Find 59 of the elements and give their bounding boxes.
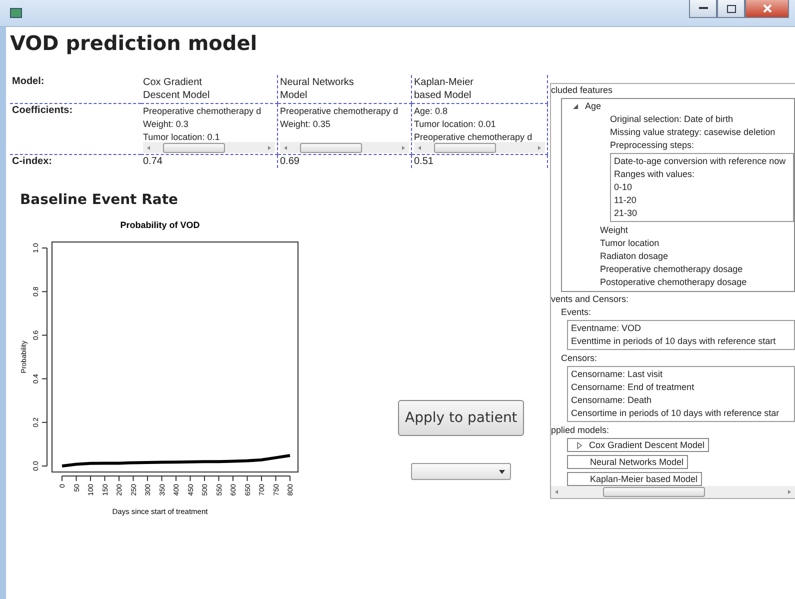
- row-header: C-index:: [11, 155, 53, 168]
- horizontal-scrollbar[interactable]: [280, 142, 409, 153]
- feature-detail: Missing value strategy: casewise deletion: [610, 126, 776, 139]
- tree-item[interactable]: Postoperative chemotherapy dosage: [600, 276, 794, 289]
- model-item[interactable]: Kaplan-Meier based Model: [567, 472, 702, 486]
- tree-item[interactable]: Age: [585, 100, 602, 113]
- minimize-button[interactable]: [689, 0, 717, 18]
- table-cell: 0.51: [412, 155, 548, 168]
- page-heading: VOD prediction model: [10, 31, 258, 55]
- close-icon: [762, 4, 772, 13]
- model-item[interactable]: Neural Networks Model: [567, 455, 688, 469]
- sub-label: Censors:: [561, 352, 598, 365]
- group-label: cluded features: [551, 84, 614, 97]
- group-label: vents and Censors:: [551, 293, 630, 306]
- horizontal-scrollbar[interactable]: [551, 486, 795, 498]
- horizontal-scrollbar[interactable]: [143, 142, 275, 153]
- table-cell: Neural Networks Model: [278, 75, 412, 104]
- preprocessing-list: Date-to-age conversion with reference now Ranges with values: 0-10 11-20 21-30: [610, 153, 794, 222]
- coefficient-list: Preoperative chemotherapy d Weight: 0.35: [280, 105, 409, 142]
- scroll-right-icon[interactable]: [266, 144, 272, 150]
- scroll-left-icon[interactable]: [146, 144, 152, 150]
- horizontal-scrollbar[interactable]: [414, 142, 545, 153]
- close-button[interactable]: [745, 0, 789, 18]
- coefficient-list: Age: 0.8 Tumor location: 0.01 Preoperative chemotherapy d: [414, 105, 545, 142]
- tree-item[interactable]: Tumor location: [600, 237, 794, 250]
- row-header: Coefficients:: [10, 104, 141, 155]
- apply-button[interactable]: Apply to patient: [398, 400, 524, 436]
- sub-label: Events:: [561, 306, 592, 319]
- app-icon: [10, 8, 22, 18]
- feature-detail: Preprocessing steps:: [610, 139, 696, 152]
- censors-list: Censorname: Last visit Censorname: End of treatment Censorname: Death Censortime in periods of 10 days with reference star: [567, 366, 795, 422]
- scroll-right-icon[interactable]: [786, 489, 792, 495]
- table-cell: Kaplan-Meier based Model: [412, 75, 548, 104]
- table-cell: 0.74: [141, 155, 278, 168]
- row-header: Model:: [10, 75, 141, 104]
- scroll-left-icon[interactable]: [417, 144, 423, 150]
- dropdown-arrow-icon: [499, 470, 506, 474]
- coefficient-list: Preoperative chemotherapy d Weight: 0.3 Tumor location: 0.1: [143, 105, 275, 142]
- scroll-left-icon[interactable]: [283, 144, 289, 150]
- tree-item[interactable]: Weight: [600, 224, 794, 237]
- model-item[interactable]: Cox Gradient Descent Model: [567, 438, 709, 452]
- minimize-icon: [698, 7, 708, 10]
- chart-title: Probability of VOD: [120, 220, 200, 230]
- events-list: Eventname: VOD Eventtime in periods of 10 days with reference start: [567, 320, 795, 350]
- scroll-right-icon[interactable]: [536, 144, 542, 150]
- table-cell: 0.69: [278, 155, 412, 168]
- expand-arrow-icon[interactable]: [576, 442, 583, 448]
- tree-item[interactable]: Radiaton dosage: [600, 250, 794, 263]
- collapse-arrow-icon[interactable]: [572, 103, 579, 110]
- maximize-button[interactable]: [717, 0, 745, 18]
- tree-item[interactable]: Preoperative chemotherapy dosage: [600, 263, 794, 276]
- feature-detail: Original selection: Date of birth: [610, 113, 734, 126]
- patient-dropdown[interactable]: [411, 463, 512, 480]
- table-cell: Cox Gradient Descent Model: [141, 75, 278, 104]
- group-label: pplied models:: [551, 424, 610, 437]
- section-title: Baseline Event Rate: [20, 192, 180, 208]
- maximize-icon: [726, 4, 736, 12]
- scroll-right-icon[interactable]: [400, 144, 406, 150]
- scroll-left-icon[interactable]: [554, 489, 560, 495]
